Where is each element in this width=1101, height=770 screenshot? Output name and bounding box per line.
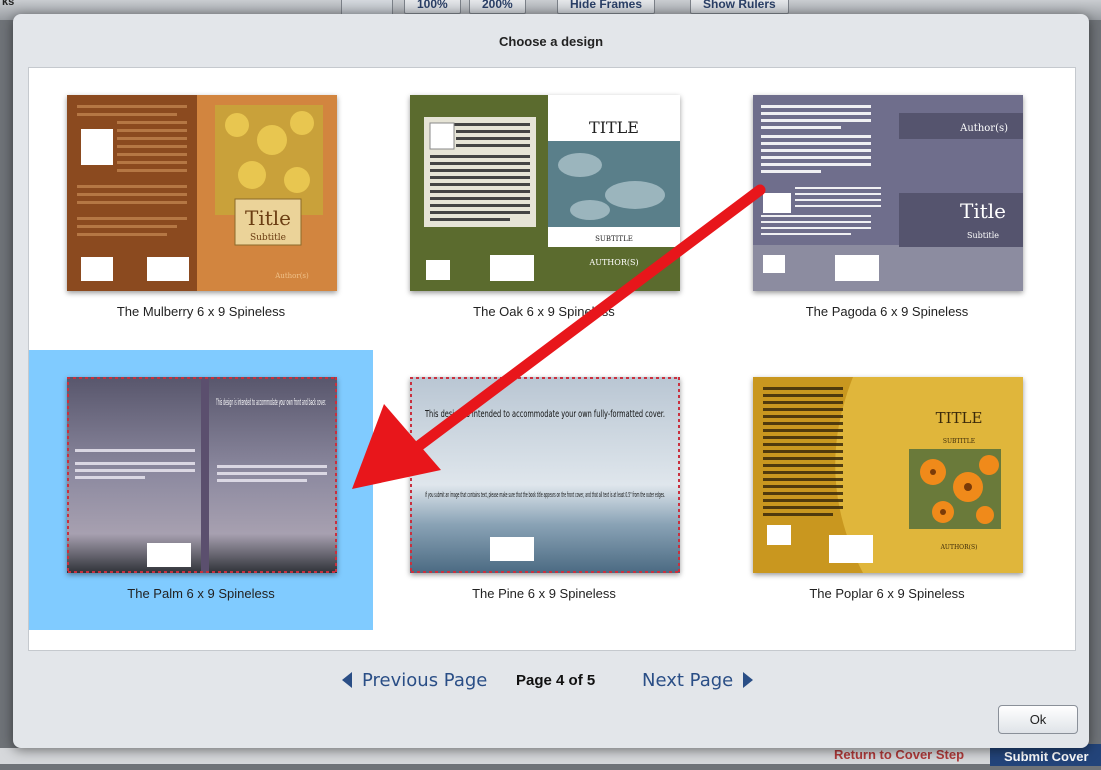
palm-front-text: This design is intended to accommodate y… — [216, 398, 326, 408]
design-label: The Pagoda 6 x 9 Spineless — [805, 304, 969, 319]
pagoda-author: Author(s) — [959, 123, 1008, 134]
ok-button[interactable]: Ok — [998, 705, 1078, 734]
mulberry-subtitle: Subtitle — [250, 233, 286, 243]
design-tile-pine[interactable]: This design is intended to accommodate y… — [372, 350, 716, 630]
design-tile-oak[interactable]: TITLE SUBTITLE AUTHOR(S) The Oak 6 x 9 S… — [372, 68, 716, 348]
pine-main-text: This design is intended to accommodate y… — [424, 409, 665, 420]
design-thumbnail: TITLE SUBTITLE AUTHOR(S) — [753, 377, 1023, 573]
oak-title: TITLE — [589, 118, 639, 137]
previous-page-label: Previous Page — [362, 670, 488, 691]
next-page-label: Next Page — [642, 670, 734, 691]
pagoda-subtitle: Subtitle — [967, 231, 999, 240]
show-rulers-button[interactable]: Show Rulers — [690, 0, 789, 14]
design-thumbnail: This design is intended to accommodate y… — [410, 377, 680, 573]
previous-page-link[interactable]: Previous Page — [342, 670, 487, 691]
poplar-title: TITLE — [936, 409, 983, 427]
chevron-right-icon — [743, 672, 754, 688]
next-page-link[interactable]: Next Page — [642, 670, 754, 691]
oak-subtitle: SUBTITLE — [595, 235, 633, 243]
design-thumbnail: Title Subtitle Author(s) — [67, 95, 337, 291]
design-label: The Pine 6 x 9 Spineless — [472, 586, 616, 601]
design-tile-mulberry[interactable]: Title Subtitle Author(s) The Mulberry 6 … — [29, 68, 373, 348]
design-label: The Palm 6 x 9 Spineless — [127, 586, 275, 601]
mulberry-title: Title — [245, 206, 291, 230]
zoom-200-button[interactable]: 200% — [469, 0, 526, 14]
design-label: The Oak 6 x 9 Spineless — [473, 304, 615, 319]
poplar-subtitle: SUBTITLE — [943, 438, 975, 445]
design-tile-palm[interactable]: This design is intended to accommodate y… — [29, 350, 373, 630]
page-indicator: Page 4 of 5 — [516, 672, 596, 689]
design-label: The Poplar 6 x 9 Spineless — [809, 586, 965, 601]
chevron-left-icon — [342, 672, 352, 688]
design-tile-poplar[interactable]: TITLE SUBTITLE AUTHOR(S) The Poplar 6 x … — [715, 350, 1059, 630]
dialog-title: Choose a design — [498, 34, 604, 49]
zoom-100-button[interactable]: 100% — [404, 0, 461, 14]
choose-design-dialog: Choose a design Title Subtitle Author(s)… — [13, 14, 1089, 748]
mulberry-author: Author(s) — [274, 272, 309, 280]
design-label: The Mulberry 6 x 9 Spineless — [116, 304, 286, 319]
poplar-author: AUTHOR(S) — [940, 544, 978, 551]
oak-author: AUTHOR(S) — [588, 258, 638, 267]
hide-frames-button[interactable]: Hide Frames — [557, 0, 656, 14]
background-corner-label: ks — [2, 0, 15, 8]
design-thumbnail: Author(s) Title Subtitle — [753, 95, 1023, 291]
pagoda-title: Title — [960, 199, 1006, 223]
pagination: Previous Page Page 4 of 5 Next Page — [13, 670, 1089, 694]
return-to-cover-step-link[interactable]: Return to Cover Step — [834, 747, 964, 762]
design-thumbnail: This design is intended to accommodate y… — [67, 377, 337, 573]
pine-sub-text: If you submit an image that contains tex… — [425, 491, 665, 499]
design-thumbnail: TITLE SUBTITLE AUTHOR(S) — [410, 95, 680, 291]
design-tile-pagoda[interactable]: Author(s) Title Subtitle The Pagoda 6 x … — [715, 68, 1059, 348]
design-grid: Title Subtitle Author(s) The Mulberry 6 … — [28, 67, 1076, 651]
